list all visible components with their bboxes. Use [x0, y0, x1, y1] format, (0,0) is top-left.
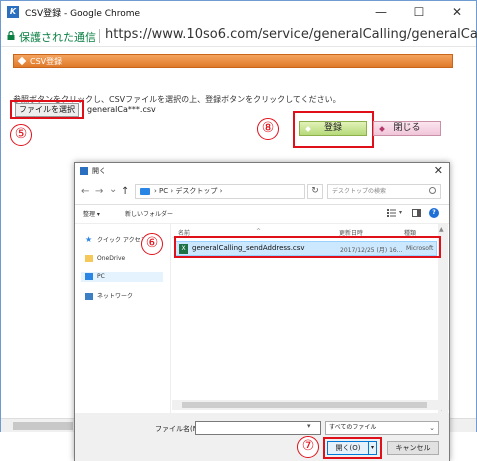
sort-caret-icon: ^ — [256, 228, 262, 235]
lock-icon — [7, 31, 15, 40]
register-button-label: 登録 — [323, 123, 342, 133]
path-breadcrumb[interactable]: › PC › デスクトップ › — [135, 184, 305, 199]
dialog-title-bar: 開く ✕ — [75, 163, 449, 179]
scrollbar-thumb[interactable] — [13, 422, 73, 430]
maximize-button[interactable]: ☐ — [400, 1, 438, 25]
step-8-marker: ⑧ — [257, 118, 279, 140]
nav-item-label: クイック アクセス — [97, 237, 147, 244]
nav-item-label: OneDrive — [97, 255, 126, 262]
view-options-icon[interactable] — [387, 209, 396, 217]
network-icon — [85, 293, 93, 300]
dialog-toolbar: 整理 ▾ 新しいフォルダー ▾ ? — [75, 205, 449, 223]
dialog-close-button[interactable]: ✕ — [434, 164, 443, 177]
up-folder-icon[interactable]: ↑ — [121, 186, 129, 197]
step5-highlight-box — [10, 100, 84, 119]
nav-item-pc[interactable]: PC — [81, 272, 163, 282]
file-list-horizontal-scrollbar[interactable] — [172, 400, 449, 410]
step7-highlight-box — [323, 437, 382, 459]
title-bar: K CSV登録 - Google Chrome — ☐ ✕ — [1, 1, 476, 25]
address-bar[interactable]: 保護された通信 https://www.10so6.com/service/ge… — [1, 25, 477, 47]
step-5-marker: ⑤ — [10, 124, 32, 146]
diamond-icon — [379, 126, 385, 132]
help-icon[interactable]: ? — [429, 208, 439, 218]
nav-item-network[interactable]: ネットワーク — [85, 292, 133, 302]
search-icon — [429, 187, 436, 194]
nav-item-quick-access[interactable]: ★ クイック アクセス — [85, 236, 147, 246]
dialog-navigation-bar: ← → ⌄ ↑ › PC › デスクトップ › ↻ デスクトップの検索 — [75, 179, 449, 205]
dialog-title: 開く — [92, 167, 106, 175]
open-file-dialog: 開く ✕ ← → ⌄ ↑ › PC › デスクトップ › ↻ デスクトップの検索… — [74, 162, 450, 461]
address-divider — [99, 29, 100, 43]
new-folder-button[interactable]: 新しいフォルダー — [125, 209, 173, 218]
scrollbar-thumb[interactable] — [182, 402, 427, 408]
nav-item-label: ネットワーク — [97, 293, 134, 300]
page-header-title: CSV登録 — [30, 57, 63, 66]
filetype-selected: すべてのファイル — [329, 424, 377, 431]
secure-label: 保護された通信 — [19, 31, 96, 44]
url-text[interactable]: https://www.10so6.com/service/generalCal… — [105, 27, 477, 42]
preview-pane-icon[interactable] — [412, 209, 421, 217]
filename-input[interactable] — [195, 421, 321, 435]
search-placeholder: デスクトップの検索 — [332, 188, 387, 195]
step-7-marker: ⑦ — [297, 436, 319, 458]
pc-icon — [140, 188, 150, 195]
recent-locations-icon[interactable]: ⌄ — [109, 184, 117, 195]
refresh-button[interactable]: ↻ — [307, 184, 323, 199]
star-icon: ★ — [85, 235, 93, 244]
folder-icon — [85, 255, 93, 262]
back-arrow-icon[interactable]: ← — [81, 186, 89, 197]
close-page-button-label: 閉じる — [393, 123, 421, 133]
search-input[interactable]: デスクトップの検索 — [327, 184, 441, 199]
chosen-file-name: generalCa***.csv — [87, 105, 156, 114]
chevron-down-icon: ⌄ — [429, 424, 435, 432]
close-page-button[interactable]: 閉じる — [373, 121, 441, 136]
forward-arrow-icon[interactable]: → — [95, 186, 103, 197]
nav-item-onedrive[interactable]: OneDrive — [85, 254, 125, 264]
cancel-button[interactable]: キャンセル — [387, 441, 439, 455]
page-header-bar: CSV登録 — [13, 54, 453, 68]
app-logo-icon: K — [7, 6, 19, 18]
step-6-marker: ⑥ — [141, 233, 163, 255]
window-title: CSV登録 - Google Chrome — [25, 9, 141, 19]
organize-menu[interactable]: 整理 ▾ — [83, 209, 100, 218]
nav-item-label: PC — [97, 273, 105, 280]
minimize-button[interactable]: — — [362, 1, 400, 25]
step6-highlight-box — [174, 236, 441, 258]
diamond-icon — [305, 126, 311, 132]
pc-icon — [85, 273, 93, 280]
filetype-select[interactable]: すべてのファイル ⌄ — [325, 421, 439, 435]
dialog-footer: ファイル名(N): ▾ すべてのファイル ⌄ ⑦ 開く(O) ▾ キャンセル — [75, 413, 449, 461]
diamond-icon — [17, 56, 27, 66]
register-button[interactable]: 登録 — [299, 121, 367, 136]
app-logo-icon — [80, 167, 88, 175]
path-text: › PC › デスクトップ › — [154, 187, 223, 195]
scroll-up-icon[interactable]: ▲ — [439, 226, 444, 233]
view-dropdown-icon[interactable]: ▾ — [399, 209, 402, 216]
close-window-button[interactable]: ✕ — [438, 1, 476, 25]
filename-dropdown-icon[interactable]: ▾ — [307, 422, 311, 430]
